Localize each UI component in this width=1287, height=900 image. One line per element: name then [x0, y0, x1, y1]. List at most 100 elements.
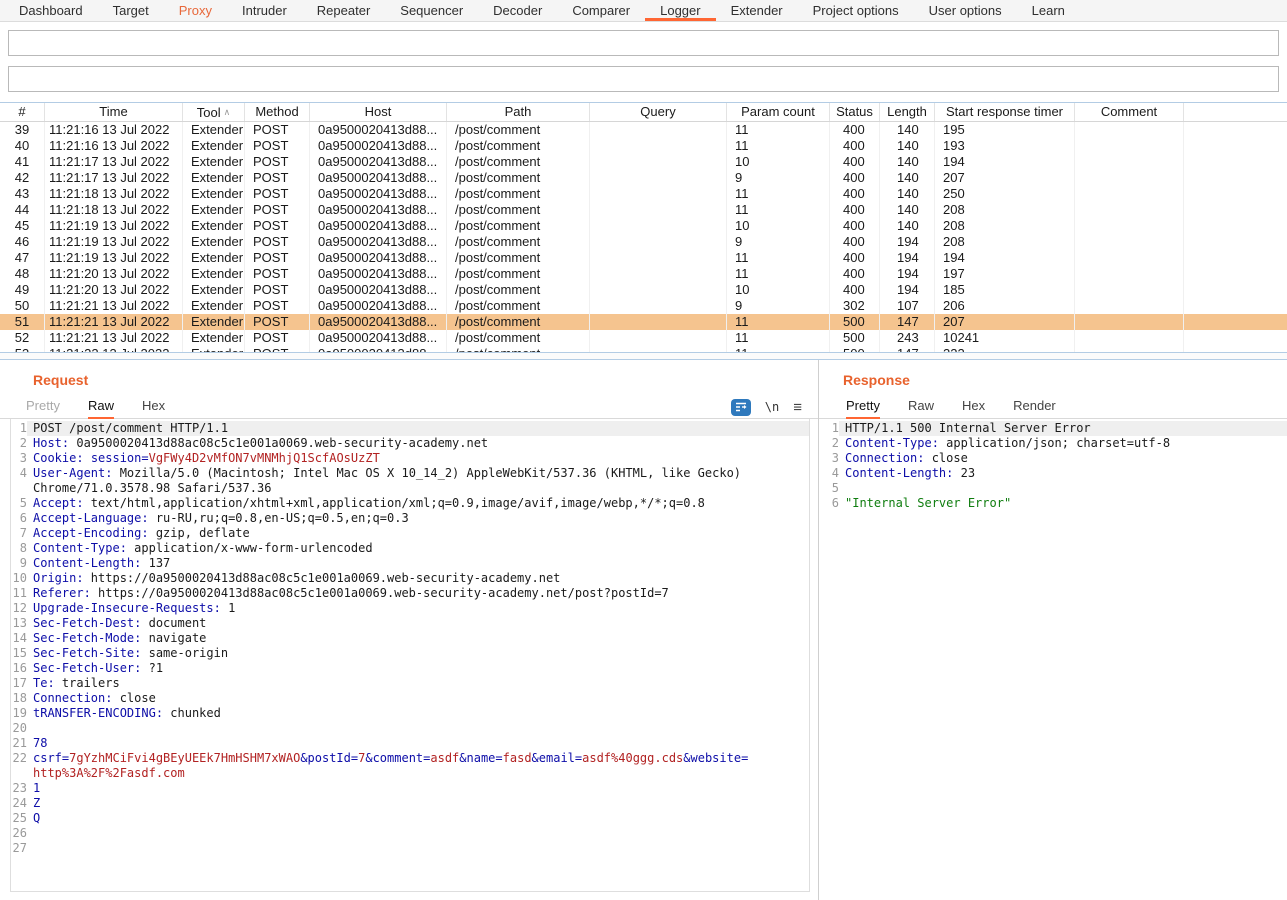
response-tab-render[interactable]: Render [1013, 398, 1056, 419]
cell-method: POST [245, 170, 310, 186]
cell-method: POST [245, 250, 310, 266]
syntax-segment: "Internal Server Error" [845, 496, 1011, 510]
menu-tab-learn[interactable]: Learn [1017, 0, 1080, 21]
cell-host: 0a9500020413d88... [310, 266, 447, 282]
line-number: 3 [823, 451, 839, 466]
editor-menu-icon[interactable]: ≡ [793, 399, 802, 416]
log-row-47[interactable]: 4711:21:19 13 Jul 2022ExtenderPOST0a9500… [0, 250, 1287, 266]
cell-start-response-timer: 197 [935, 266, 1075, 282]
request-line-content [27, 826, 809, 841]
menu-tab-repeater[interactable]: Repeater [302, 0, 385, 21]
request-tabs-row: Pretty Raw Hex \n ≡ [0, 397, 818, 419]
column-header-num[interactable]: # [0, 103, 45, 121]
syntax-segment: navigate [141, 631, 206, 645]
response-tab-raw[interactable]: Raw [908, 398, 934, 419]
log-row-45[interactable]: 4511:21:19 13 Jul 2022ExtenderPOST0a9500… [0, 218, 1287, 234]
log-row-50[interactable]: 5011:21:21 13 Jul 2022ExtenderPOST0a9500… [0, 298, 1287, 314]
cell-num: 43 [0, 186, 45, 202]
column-header-length[interactable]: Length [880, 103, 935, 121]
syntax-segment: Upgrade-Insecure-Requests: [33, 601, 221, 615]
column-header-param-count[interactable]: Param count [727, 103, 830, 121]
line-number: 15 [11, 646, 27, 661]
syntax-segment: 0a9500020413d88ac08c5c1e001a0069.web-sec… [69, 436, 488, 450]
menu-tab-proxy[interactable]: Proxy [164, 0, 227, 21]
response-tabs-row: Pretty Raw Hex Render [819, 397, 1287, 419]
cell-start-response-timer: 250 [935, 186, 1075, 202]
log-row-40[interactable]: 4011:21:16 13 Jul 2022ExtenderPOST0a9500… [0, 138, 1287, 154]
log-row-39[interactable]: 3911:21:16 13 Jul 2022ExtenderPOST0a9500… [0, 122, 1287, 138]
response-tab-pretty[interactable]: Pretty [846, 398, 880, 419]
cell-query [590, 170, 727, 186]
menu-tab-extender[interactable]: Extender [716, 0, 798, 21]
column-header-path[interactable]: Path [447, 103, 590, 121]
menu-tab-intruder[interactable]: Intruder [227, 0, 302, 21]
cell-tool: Extender [183, 170, 245, 186]
cell-num: 41 [0, 154, 45, 170]
menu-tab-comparer[interactable]: Comparer [557, 0, 645, 21]
response-tab-hex[interactable]: Hex [962, 398, 985, 419]
request-line: 9Content-Length: 137 [11, 556, 809, 571]
menu-tab-dashboard[interactable]: Dashboard [4, 0, 98, 21]
cell-query [590, 282, 727, 298]
log-row-51[interactable]: 5111:21:21 13 Jul 2022ExtenderPOST0a9500… [0, 314, 1287, 330]
request-line: 4User-Agent: Mozilla/5.0 (Macintosh; Int… [11, 466, 809, 481]
cell-method: POST [245, 314, 310, 330]
menu-tab-user-options[interactable]: User options [914, 0, 1017, 21]
menu-tab-target[interactable]: Target [98, 0, 164, 21]
column-header-method[interactable]: Method [245, 103, 310, 121]
log-row-42[interactable]: 4211:21:17 13 Jul 2022ExtenderPOST0a9500… [0, 170, 1287, 186]
log-row-52[interactable]: 5211:21:21 13 Jul 2022ExtenderPOST0a9500… [0, 330, 1287, 346]
syntax-segment: &name= [459, 751, 502, 765]
column-header-status[interactable]: Status [830, 103, 880, 121]
request-line-content: csrf=7gYzhMCiFvi4gBEyUEEk7HmHSHM7xWAO&po… [27, 751, 809, 766]
split-divider[interactable] [0, 352, 1287, 360]
cell-time: 11:21:16 13 Jul 2022 [45, 138, 183, 154]
cell-param-count: 11 [727, 346, 830, 352]
cell-method: POST [245, 138, 310, 154]
pretty-print-icon[interactable] [731, 399, 751, 416]
log-row-53[interactable]: 5311:21:22 13 Jul 2022ExtenderPOST0a9500… [0, 346, 1287, 352]
cell-path: /post/comment [447, 218, 590, 234]
line-number: 8 [11, 541, 27, 556]
syntax-segment: fasd [503, 751, 532, 765]
cell-method: POST [245, 298, 310, 314]
syntax-segment: close [924, 451, 967, 465]
column-header-query[interactable]: Query [590, 103, 727, 121]
column-header-tool[interactable]: Tool∧ [183, 103, 245, 121]
log-row-44[interactable]: 4411:21:18 13 Jul 2022ExtenderPOST0a9500… [0, 202, 1287, 218]
column-header-host[interactable]: Host [310, 103, 447, 121]
cell-start-response-timer: 194 [935, 154, 1075, 170]
column-header-time[interactable]: Time [45, 103, 183, 121]
menu-tab-logger[interactable]: Logger [645, 0, 715, 21]
log-row-48[interactable]: 4811:21:20 13 Jul 2022ExtenderPOST0a9500… [0, 266, 1287, 282]
request-tab-pretty[interactable]: Pretty [26, 398, 60, 419]
request-tab-raw[interactable]: Raw [88, 398, 114, 419]
cell-host: 0a9500020413d88... [310, 298, 447, 314]
syntax-segment: Q [33, 811, 40, 825]
cell-status: 400 [830, 266, 880, 282]
column-header-start-response-timer[interactable]: Start response timer [935, 103, 1075, 121]
log-row-46[interactable]: 4611:21:19 13 Jul 2022ExtenderPOST0a9500… [0, 234, 1287, 250]
capture-filter-bar[interactable]: Capture filter: Logger memory limit set … [8, 30, 1279, 56]
cell-filler [1184, 186, 1287, 202]
view-filter-bar[interactable]: View filter: Showing all items [8, 66, 1279, 92]
request-editor[interactable]: 1POST /post/comment HTTP/1.12Host: 0a950… [10, 419, 810, 892]
request-line-content: Origin: https://0a9500020413d88ac08c5c1e… [27, 571, 809, 586]
menu-tab-sequencer[interactable]: Sequencer [385, 0, 478, 21]
response-editor[interactable]: 1HTTP/1.1 500 Internal Server Error2Cont… [823, 419, 1287, 892]
column-header-comment[interactable]: Comment [1075, 103, 1184, 121]
request-tab-hex[interactable]: Hex [142, 398, 165, 419]
request-line-content: Cookie: session=VgFWy4D2vMfON7vMNMhjQ1Sc… [27, 451, 809, 466]
log-row-49[interactable]: 4911:21:20 13 Jul 2022ExtenderPOST0a9500… [0, 282, 1287, 298]
newline-toggle-icon[interactable]: \n [765, 400, 779, 414]
response-line-content: Content-Length: 23 [839, 466, 1287, 481]
request-line: 25Q [11, 811, 809, 826]
request-line-content: POST /post/comment HTTP/1.1 [27, 421, 809, 436]
log-row-43[interactable]: 4311:21:18 13 Jul 2022ExtenderPOST0a9500… [0, 186, 1287, 202]
menu-tab-project-options[interactable]: Project options [798, 0, 914, 21]
log-row-41[interactable]: 4111:21:17 13 Jul 2022ExtenderPOST0a9500… [0, 154, 1287, 170]
syntax-segment: Te: [33, 676, 55, 690]
syntax-segment: ru-RU,ru;q=0.8,en-US;q=0.5,en;q=0.3 [149, 511, 409, 525]
menu-tab-decoder[interactable]: Decoder [478, 0, 557, 21]
request-line-content: tRANSFER-ENCODING: chunked [27, 706, 809, 721]
